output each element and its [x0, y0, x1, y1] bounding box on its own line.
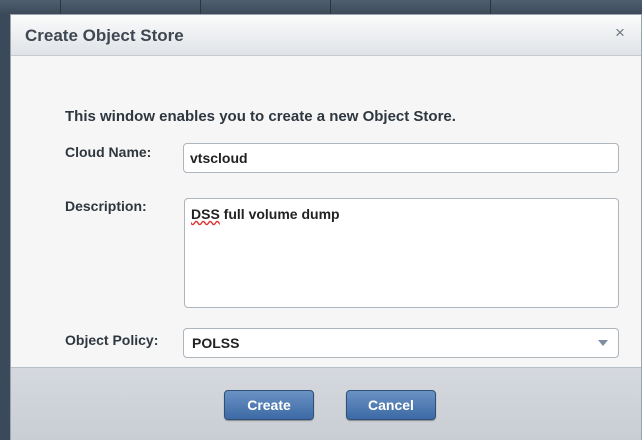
background-tab — [490, 0, 642, 14]
chevron-down-icon — [598, 340, 608, 346]
intro-text: This window enables you to create a new … — [65, 108, 456, 125]
cloud-name-input[interactable]: vtscloud — [183, 143, 619, 173]
create-object-store-dialog: Create Object Store × This window enable… — [10, 14, 642, 440]
background-tab — [0, 0, 61, 14]
background-app-header — [0, 0, 642, 14]
description-label: Description: — [65, 198, 147, 214]
object-policy-value: POLSS — [192, 335, 240, 351]
misspelled-word: DSS — [191, 206, 220, 222]
background-tab — [330, 0, 491, 14]
object-policy-label: Object Policy: — [65, 332, 159, 348]
dialog-titlebar: Create Object Store × — [11, 15, 641, 56]
dialog-title: Create Object Store — [25, 26, 184, 45]
background-app-sidebar — [0, 14, 10, 440]
dialog-footer: Create Cancel — [11, 367, 641, 440]
description-textarea[interactable]: DSS full volume dump — [184, 198, 619, 308]
dialog-body: This window enables you to create a new … — [11, 56, 641, 366]
background-tab — [200, 0, 331, 14]
create-button[interactable]: Create — [224, 390, 314, 420]
cancel-button[interactable]: Cancel — [346, 390, 436, 420]
cloud-name-label: Cloud Name: — [65, 144, 152, 160]
object-policy-select[interactable]: POLSS — [183, 328, 619, 358]
close-icon[interactable]: × — [611, 24, 629, 42]
background-tab — [60, 0, 201, 14]
description-text: full volume dump — [219, 206, 340, 222]
